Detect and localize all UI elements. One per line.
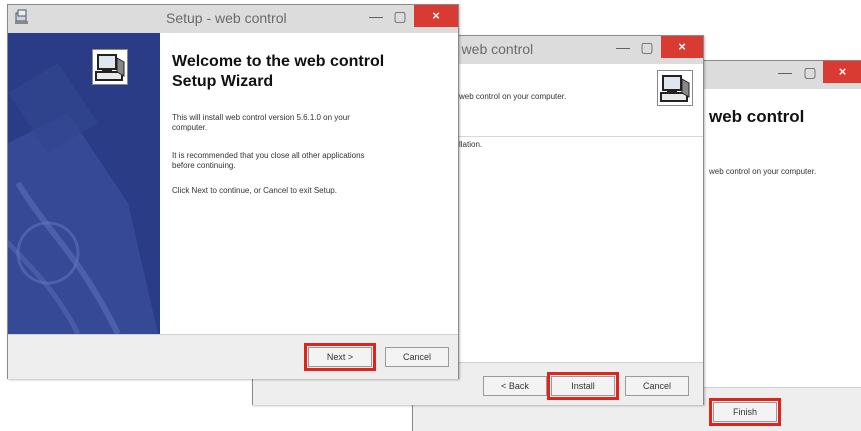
finish-text: web control on your computer. — [709, 167, 817, 176]
ready-description: web control on your computer. — [459, 92, 567, 101]
install-info-line1: This will install web control version 5.… — [172, 113, 350, 122]
minimize-icon[interactable]: — — [775, 61, 795, 83]
close-icon[interactable]: × — [661, 36, 703, 58]
minimize-icon[interactable]: — — [366, 5, 386, 27]
sidebar-graphic — [8, 63, 158, 334]
setup-app-icon — [14, 9, 30, 25]
finish-button[interactable]: Finish — [709, 398, 781, 426]
recommend-line2: before continuing. — [172, 161, 236, 170]
close-icon[interactable]: × — [823, 61, 861, 83]
wizard-sidebar — [8, 33, 160, 334]
ready-body-text: llation. — [459, 140, 483, 149]
close-icon[interactable]: × — [414, 5, 458, 27]
maximize-icon[interactable]: ▢ — [638, 36, 656, 58]
welcome-window-title: Setup - web control — [166, 10, 287, 26]
welcome-heading-line1: Welcome to the web control — [172, 53, 385, 70]
continue-instruction: Click Next to continue, or Cancel to exi… — [172, 186, 337, 195]
next-button[interactable]: Next > — [304, 343, 376, 371]
recommend-line1: It is recommended that you close all oth… — [172, 151, 365, 160]
minimize-icon[interactable]: — — [613, 36, 633, 58]
maximize-icon[interactable]: ▢ — [801, 61, 819, 83]
install-info-line2: computer. — [172, 123, 208, 132]
ready-window-title: - web control — [453, 41, 534, 57]
welcome-footer: Next > Cancel — [8, 334, 458, 379]
welcome-window-titlebar: Setup - web control — ▢ × — [8, 5, 458, 33]
welcome-window: Setup - web control — ▢ × Welcome to the… — [7, 4, 459, 379]
install-button[interactable]: Install — [547, 372, 619, 400]
cancel-button[interactable]: Cancel — [625, 376, 689, 396]
welcome-heading-line2: Setup Wizard — [172, 73, 274, 90]
finish-heading: web control — [709, 107, 805, 126]
cancel-button[interactable]: Cancel — [385, 347, 449, 367]
computer-icon — [657, 70, 693, 106]
maximize-icon[interactable]: ▢ — [391, 5, 409, 27]
computer-icon — [92, 49, 128, 85]
back-button[interactable]: < Back — [483, 376, 547, 396]
